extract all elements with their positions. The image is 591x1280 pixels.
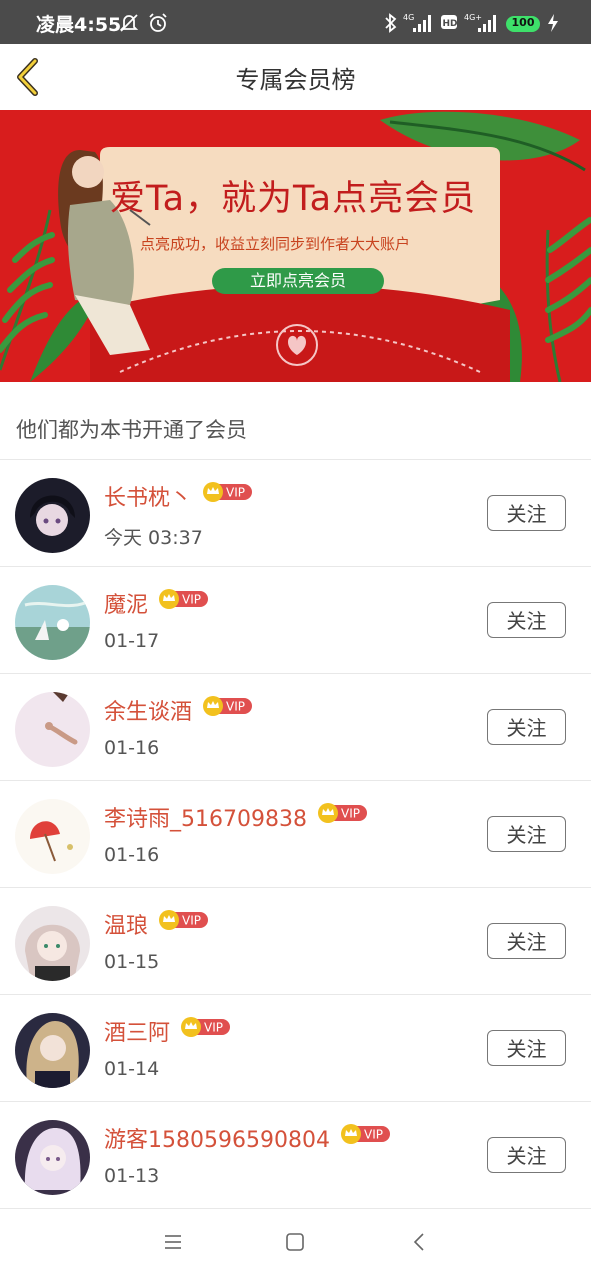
follow-button[interactable]: 关注 <box>487 1030 566 1066</box>
member-time: 今天 03:37 <box>104 527 203 549</box>
avatar[interactable] <box>15 1013 90 1088</box>
follow-button[interactable]: 关注 <box>487 923 566 959</box>
page-title: 专属会员榜 <box>235 66 356 94</box>
home-icon[interactable] <box>285 1232 305 1252</box>
avatar[interactable] <box>15 478 90 553</box>
vip-badge: VIP <box>317 802 369 830</box>
status-time: 凌晨4:55 <box>36 14 122 36</box>
member-name[interactable]: 余生谈酒 VIP <box>104 694 254 727</box>
svg-text:4G: 4G <box>403 13 414 22</box>
section-title: 他们都为本书开通了会员 <box>16 418 247 442</box>
menu-icon[interactable] <box>163 1232 183 1252</box>
svg-text:VIP: VIP <box>341 807 360 821</box>
member-time: 01-14 <box>104 1058 160 1080</box>
vip-badge: VIP <box>340 1123 392 1151</box>
bluetooth-icon <box>385 13 397 33</box>
app-bar: 专属会员榜 <box>0 44 591 111</box>
follow-button[interactable]: 关注 <box>487 816 566 852</box>
light-up-vip-button[interactable]: 立即点亮会员 <box>212 268 384 294</box>
avatar[interactable] <box>15 799 90 874</box>
member-time: 01-16 <box>104 844 160 866</box>
battery-level: 100 <box>511 16 535 29</box>
svg-text:VIP: VIP <box>364 1128 383 1142</box>
system-nav-bar <box>0 1210 591 1280</box>
follow-button[interactable]: 关注 <box>487 709 566 745</box>
svg-text:VIP: VIP <box>226 486 245 500</box>
banner-title: 爱Ta，就为Ta点亮会员 <box>110 179 477 219</box>
battery-icon: 100 <box>506 16 540 32</box>
svg-text:HD: HD <box>443 19 458 29</box>
member-name[interactable]: 魔泥 VIP <box>104 587 210 620</box>
vip-badge: VIP <box>180 1016 232 1044</box>
list-item[interactable]: 余生谈酒 VIP 01-16 关注 <box>0 674 591 781</box>
svg-text:VIP: VIP <box>226 700 245 714</box>
charging-icon <box>548 14 558 32</box>
member-name[interactable]: 长书枕丶 VIP <box>104 480 254 513</box>
alarm-icon <box>149 13 167 32</box>
member-time: 01-16 <box>104 737 160 759</box>
vip-badge: VIP <box>202 481 254 509</box>
vip-badge: VIP <box>158 588 210 616</box>
status-bar: 凌晨4:55 4G HD 4G+ 100 <box>0 0 591 44</box>
member-time: 01-15 <box>104 951 160 973</box>
member-name[interactable]: 李诗雨_516709838 VIP <box>104 801 369 834</box>
list-item[interactable]: 温琅 VIP 01-15 关注 <box>0 888 591 995</box>
member-name[interactable]: 温琅 VIP <box>104 908 210 941</box>
list-item[interactable]: 长书枕丶 VIP 今天 03:37 关注 <box>0 460 591 567</box>
vip-banner[interactable]: 爱Ta，就为Ta点亮会员 点亮成功，收益立刻同步到作者大大账户 立即点亮会员 <box>0 110 591 382</box>
list-item[interactable]: 李诗雨_516709838 VIP 01-16 关注 <box>0 781 591 888</box>
svg-text:VIP: VIP <box>182 914 201 928</box>
svg-text:VIP: VIP <box>182 593 201 607</box>
member-name[interactable]: 游客1580596590804 VIP <box>104 1122 392 1155</box>
hd-icon: HD <box>441 15 458 29</box>
back-nav-icon[interactable] <box>410 1232 430 1252</box>
avatar[interactable] <box>15 1120 90 1195</box>
follow-button[interactable]: 关注 <box>487 602 566 638</box>
avatar[interactable] <box>15 585 90 660</box>
vip-badge: VIP <box>158 909 210 937</box>
svg-text:VIP: VIP <box>204 1021 223 1035</box>
member-time: 01-13 <box>104 1165 160 1187</box>
follow-button[interactable]: 关注 <box>487 495 566 531</box>
list-item[interactable]: 游客1580596590804 VIP 01-13 关注 <box>0 1102 591 1209</box>
list-item[interactable]: 酒三阿 VIP 01-14 关注 <box>0 995 591 1102</box>
svg-text:4G+: 4G+ <box>464 13 482 22</box>
avatar[interactable] <box>15 906 90 981</box>
vip-badge: VIP <box>202 695 254 723</box>
member-time: 01-17 <box>104 630 160 652</box>
list-item[interactable]: 魔泥 VIP 01-17 关注 <box>0 567 591 674</box>
signal-icon: 4G <box>403 13 431 32</box>
avatar[interactable] <box>15 692 90 767</box>
banner-subtitle: 点亮成功，收益立刻同步到作者大大账户 <box>140 235 411 253</box>
follow-button[interactable]: 关注 <box>487 1137 566 1173</box>
member-name[interactable]: 酒三阿 VIP <box>104 1015 232 1048</box>
mute-icon <box>119 14 139 32</box>
signal-4g-icon: 4G+ <box>464 13 496 32</box>
